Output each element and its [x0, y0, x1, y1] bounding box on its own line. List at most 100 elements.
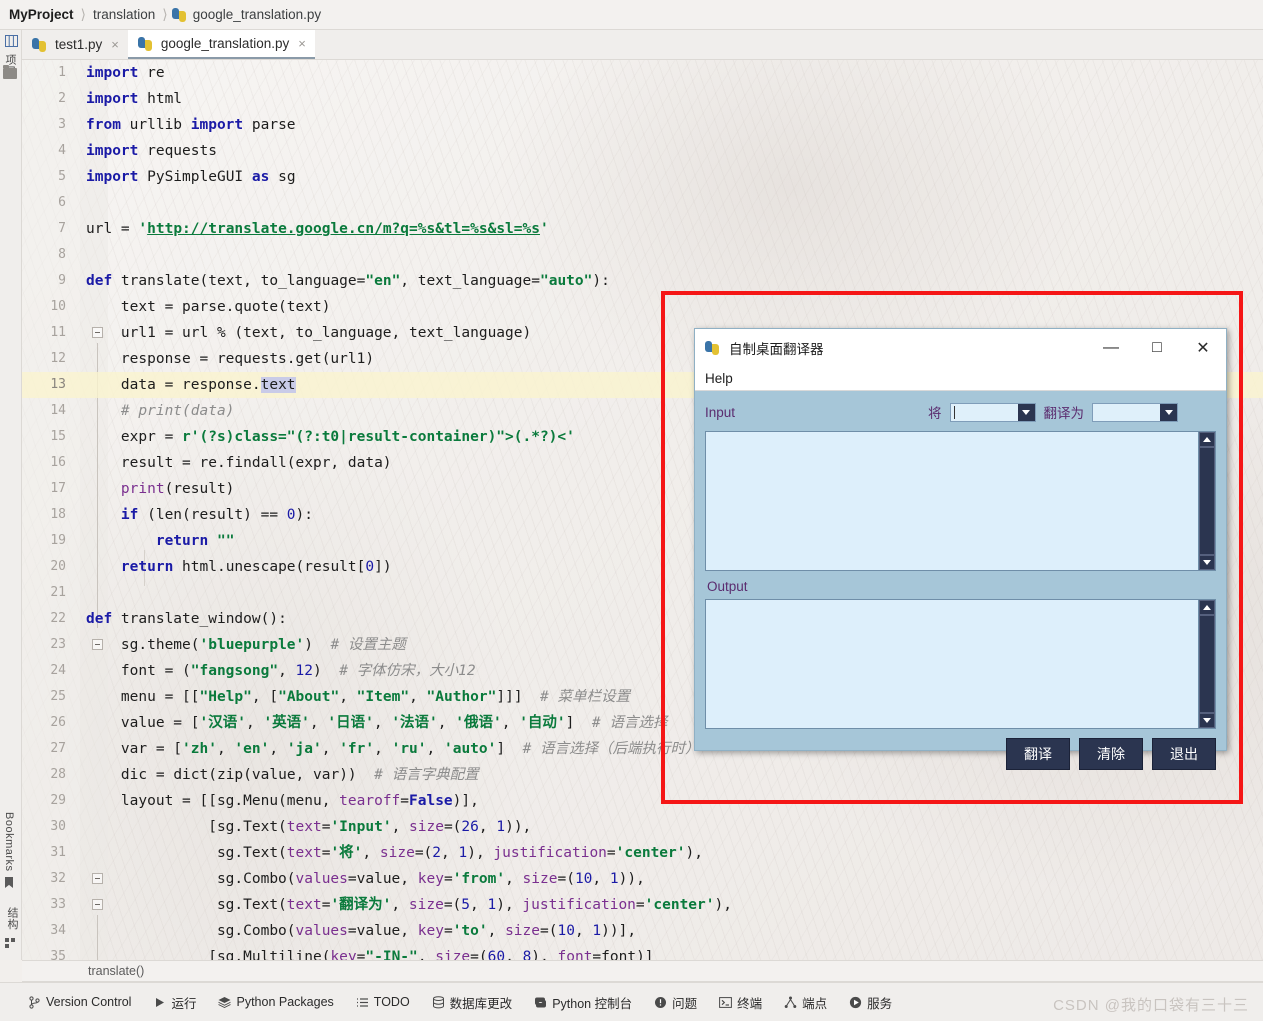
- line-number: 31: [50, 845, 66, 860]
- scroll-down-icon[interactable]: [1199, 555, 1215, 570]
- bottom-item-label: 问题: [672, 996, 698, 1011]
- output-textarea[interactable]: [705, 599, 1216, 729]
- code-line[interactable]: 31 sg.Text(text='将', size=(2, 1), justif…: [22, 840, 1263, 866]
- dialog-title-bar[interactable]: 自制桌面翻译器 — □ ✕: [695, 329, 1226, 367]
- scroll-up-icon[interactable]: [1199, 600, 1215, 615]
- bottom-item-label: 端点: [802, 996, 828, 1011]
- line-number: 22: [50, 611, 66, 626]
- code-line[interactable]: 2 import html: [22, 86, 1263, 112]
- bottom-item-python-console[interactable]: Python 控制台: [534, 993, 632, 1012]
- dialog-menu-bar[interactable]: Help: [695, 367, 1226, 391]
- scrollbar-thumb[interactable]: [1199, 447, 1215, 555]
- code-line[interactable]: 33 sg.Text(text='翻译为', size=(5, 1), just…: [22, 892, 1263, 918]
- line-number: 14: [50, 403, 66, 418]
- line-number: 25: [50, 689, 66, 704]
- translate-button[interactable]: 翻译: [1006, 738, 1070, 770]
- code-line[interactable]: 30 [sg.Text(text='Input', size=(26, 1)),: [22, 814, 1263, 840]
- line-text: from urllib import parse: [86, 117, 296, 133]
- bottom-item-database-changes[interactable]: 数据库更改: [432, 993, 512, 1012]
- line-number: 33: [50, 897, 66, 912]
- bottom-item-label: Python Packages: [236, 995, 334, 1009]
- layers-icon: [218, 996, 231, 1009]
- line-number: 19: [50, 533, 66, 548]
- scroll-down-icon[interactable]: [1199, 713, 1215, 728]
- bottom-item-todo[interactable]: TODO: [356, 995, 410, 1009]
- code-line[interactable]: 6: [22, 190, 1263, 216]
- to-language-combo[interactable]: [1092, 402, 1178, 422]
- to-label: 翻译为: [1043, 406, 1085, 421]
- code-line[interactable]: 8: [22, 242, 1263, 268]
- line-number: 10: [50, 299, 66, 314]
- code-line[interactable]: 35 [sg.Multiline(key="-IN-", size=(60, 8…: [22, 944, 1263, 960]
- chevron-down-icon[interactable]: [1160, 403, 1177, 421]
- line-text: if (len(result) == 0):: [120, 507, 313, 523]
- input-textarea-value[interactable]: [706, 432, 1198, 570]
- editor-tab-bar: test1.py × google_translation.py ×: [22, 30, 1263, 60]
- scroll-up-icon[interactable]: [1199, 432, 1215, 447]
- code-line[interactable]: 34 sg.Combo(values=value, key='to', size…: [22, 918, 1263, 944]
- code-line[interactable]: 10 text = parse.quote(text): [22, 294, 1263, 320]
- tab-google-translation-py[interactable]: google_translation.py ×: [127, 30, 315, 59]
- code-line[interactable]: 32 sg.Combo(values=value, key='from', si…: [22, 866, 1263, 892]
- line-text: import re: [86, 65, 165, 81]
- play-icon: [153, 996, 166, 1009]
- bottom-item-version-control[interactable]: Version Control: [28, 995, 131, 1009]
- bottom-item-terminal[interactable]: 终端: [719, 993, 762, 1012]
- close-icon[interactable]: ×: [298, 36, 306, 51]
- code-line[interactable]: 5 import PySimpleGUI as sg: [22, 164, 1263, 190]
- breadcrumb-file[interactable]: google_translation.py: [190, 7, 324, 22]
- menu-item-help[interactable]: Help: [705, 371, 733, 386]
- output-scrollbar[interactable]: [1198, 600, 1215, 728]
- line-number: 2: [58, 91, 66, 106]
- sidebar-item-structure[interactable]: 结构: [4, 907, 20, 930]
- line-number: 17: [50, 481, 66, 496]
- dialog-body: Input 将 翻译为 Output 翻译 清除 退出: [695, 391, 1226, 770]
- code-line[interactable]: 7 url = 'http://translate.google.cn/m?q=%…: [22, 216, 1263, 242]
- code-line[interactable]: 9 def translate(text, to_language="en", t…: [22, 268, 1263, 294]
- code-line[interactable]: 1 import re: [22, 60, 1263, 86]
- clear-button[interactable]: 清除: [1079, 738, 1143, 770]
- input-textarea[interactable]: [705, 431, 1216, 571]
- input-scrollbar[interactable]: [1198, 432, 1215, 570]
- minimize-button[interactable]: —: [1088, 329, 1134, 367]
- line-text: [sg.Text(text='Input', size=(26, 1)),: [86, 819, 532, 835]
- bottom-item-services[interactable]: 服务: [849, 993, 892, 1012]
- line-text: result = re.findall(expr, data): [86, 455, 392, 471]
- line-number: 21: [50, 585, 66, 600]
- code-line[interactable]: 4 import requests: [22, 138, 1263, 164]
- bottom-item-run[interactable]: 运行: [153, 993, 196, 1012]
- line-text: data = response.text: [86, 377, 296, 393]
- line-number: 35: [50, 949, 66, 960]
- close-icon[interactable]: ×: [111, 37, 119, 52]
- output-textarea-value[interactable]: [706, 600, 1198, 728]
- folder-icon[interactable]: [3, 65, 17, 79]
- editor-breadcrumb[interactable]: translate(): [22, 960, 1263, 982]
- sidebar-item-bookmarks[interactable]: Bookmarks: [3, 812, 15, 872]
- line-text: sg.Combo(values=value, key='from', size=…: [86, 871, 645, 887]
- line-text: expr = r'(?s)class="(?:t0|result-contain…: [86, 429, 575, 445]
- database-icon: [432, 995, 445, 1009]
- python-file-icon: [32, 37, 46, 52]
- breadcrumb-folder[interactable]: translation: [90, 7, 158, 22]
- translator-dialog[interactable]: 自制桌面翻译器 — □ ✕ Help Input 将 翻译为 Output 翻译…: [694, 328, 1227, 770]
- dialog-title: 自制桌面翻译器: [729, 342, 824, 357]
- tab-test1-py[interactable]: test1.py ×: [22, 30, 128, 59]
- line-text: def translate(text, to_language="en", te…: [86, 273, 610, 289]
- close-button[interactable]: ✕: [1180, 329, 1226, 367]
- code-line[interactable]: 3 from urllib import parse: [22, 112, 1263, 138]
- input-header-row: Input 将 翻译为: [705, 399, 1216, 425]
- maximize-button[interactable]: □: [1134, 329, 1180, 367]
- scrollbar-thumb[interactable]: [1199, 615, 1215, 713]
- exit-button[interactable]: 退出: [1152, 738, 1216, 770]
- chevron-right-icon: ⟩: [80, 6, 86, 22]
- line-text: import PySimpleGUI as sg: [86, 169, 296, 185]
- from-language-combo[interactable]: [949, 402, 1036, 422]
- chevron-down-icon[interactable]: [1017, 403, 1035, 421]
- bottom-item-problems[interactable]: 问题: [654, 993, 697, 1012]
- code-line[interactable]: 29 layout = [[sg.Menu(menu, tearoff=Fals…: [22, 788, 1263, 814]
- breadcrumb-project[interactable]: MyProject: [6, 7, 77, 22]
- bottom-item-endpoints[interactable]: 端点: [784, 993, 827, 1012]
- bottom-item-python-packages[interactable]: Python Packages: [218, 995, 334, 1009]
- line-number: 9: [58, 273, 66, 288]
- line-text: response = requests.get(url1): [86, 351, 375, 367]
